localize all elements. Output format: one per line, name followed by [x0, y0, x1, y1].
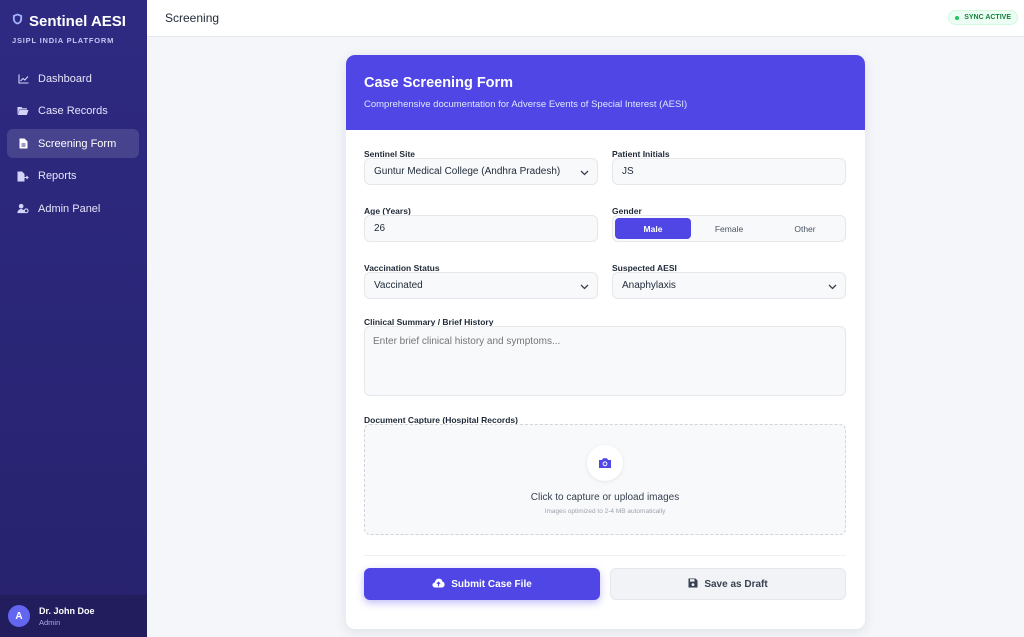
floppy-disk-icon — [688, 578, 698, 591]
user-role: Admin — [39, 617, 61, 627]
divider — [364, 555, 846, 556]
user-gear-icon — [17, 203, 29, 215]
age-field: Age (Years) 26 — [364, 206, 598, 242]
sync-status-badge: SYNC ACTIVE — [948, 10, 1018, 25]
clinical-summary-field: Clinical Summary / Brief History — [364, 317, 846, 396]
status-dot-icon — [955, 15, 960, 20]
gender-option-other[interactable]: Other — [767, 218, 843, 239]
sentinel-site-select[interactable]: Guntur Medical College (Andhra Pradesh) — [364, 158, 598, 185]
save-draft-button[interactable]: Save as Draft — [610, 568, 846, 600]
cloud-upload-icon — [432, 578, 445, 591]
brand: Sentinel AESI JSIPL INDIA PLATFORM — [12, 12, 126, 46]
patient-initials-input[interactable]: JS — [612, 158, 846, 185]
dropzone-text: Click to capture or upload images — [530, 492, 680, 503]
sidebar-item-reports[interactable]: Reports — [7, 162, 139, 191]
chevron-down-icon — [580, 168, 589, 179]
sidebar-item-label: Reports — [38, 170, 77, 182]
vaccination-status-select[interactable]: Vaccinated — [364, 272, 598, 299]
input-value: JS — [622, 166, 634, 177]
topbar: Screening SYNC ACTIVE — [147, 0, 1024, 37]
chevron-down-icon — [580, 282, 589, 293]
avatar: A — [8, 605, 30, 627]
sidebar-item-case-records[interactable]: Case Records — [7, 97, 139, 126]
patient-initials-field: Patient Initials JS — [612, 149, 846, 185]
sidebar-item-label: Admin Panel — [38, 202, 101, 215]
file-icon — [17, 138, 29, 150]
vaccination-status-field: Vaccination Status Vaccinated — [364, 263, 598, 299]
chart-line-icon — [17, 73, 29, 85]
suspected-aesi-select[interactable]: Anaphylaxis — [612, 272, 846, 299]
sidebar-item-dashboard[interactable]: Dashboard — [7, 64, 139, 93]
page-title: Screening — [165, 11, 220, 25]
dropzone-hint: Images optimized to 2-4 MB automatically — [544, 508, 666, 515]
clinical-summary-textarea[interactable] — [364, 326, 846, 396]
user-profile[interactable]: A Dr. John Doe Admin — [0, 595, 147, 637]
age-input[interactable]: 26 — [364, 215, 598, 242]
submit-label: Submit Case File — [451, 578, 532, 590]
draft-label: Save as Draft — [704, 578, 768, 590]
camera-icon — [587, 445, 623, 481]
brand-title: Sentinel AESI — [29, 12, 126, 30]
brand-subtitle: JSIPL INDIA PLATFORM — [12, 36, 115, 45]
screening-form-card: Case Screening Form Comprehensive docume… — [346, 55, 865, 629]
gender-option-male[interactable]: Male — [615, 218, 691, 239]
gender-field: Gender Male Female Other — [612, 206, 846, 242]
shield-icon — [12, 12, 23, 30]
file-export-icon — [17, 170, 29, 182]
gender-option-female[interactable]: Female — [691, 218, 767, 239]
submit-case-button[interactable]: Submit Case File — [364, 568, 600, 600]
sidebar-item-screening-form[interactable]: Screening Form — [7, 129, 139, 158]
gender-segmented-control: Male Female Other — [612, 215, 846, 242]
input-value: 26 — [374, 223, 386, 234]
sidebar: Sentinel AESI JSIPL INDIA PLATFORM Dashb… — [0, 0, 147, 637]
sidebar-item-label: Case Records — [38, 105, 108, 117]
sidebar-item-label: Screening Form — [38, 137, 117, 150]
sidebar-nav: Dashboard Case Records Screening Form Re… — [7, 64, 139, 227]
sidebar-item-admin-panel[interactable]: Admin Panel — [7, 194, 139, 223]
sidebar-item-label: Dashboard — [38, 72, 92, 85]
form-subtitle: Comprehensive documentation for Adverse … — [364, 99, 688, 110]
folder-open-icon — [17, 105, 29, 117]
document-upload-dropzone[interactable]: Click to capture or upload images Images… — [364, 424, 846, 535]
sync-status-text: SYNC ACTIVE — [964, 14, 1011, 21]
suspected-aesi-field: Suspected AESI Anaphylaxis — [612, 263, 846, 299]
sentinel-site-field: Sentinel Site Guntur Medical College (An… — [364, 149, 598, 185]
select-value: Guntur Medical College (Andhra Pradesh) — [374, 166, 561, 177]
user-name: Dr. John Doe — [39, 605, 95, 616]
select-value: Vaccinated — [374, 280, 423, 291]
form-header: Case Screening Form Comprehensive docume… — [346, 55, 865, 130]
select-value: Anaphylaxis — [622, 280, 676, 291]
document-capture-field: Document Capture (Hospital Records) Clic… — [364, 415, 846, 535]
form-title: Case Screening Form — [364, 75, 514, 91]
chevron-down-icon — [828, 282, 837, 293]
